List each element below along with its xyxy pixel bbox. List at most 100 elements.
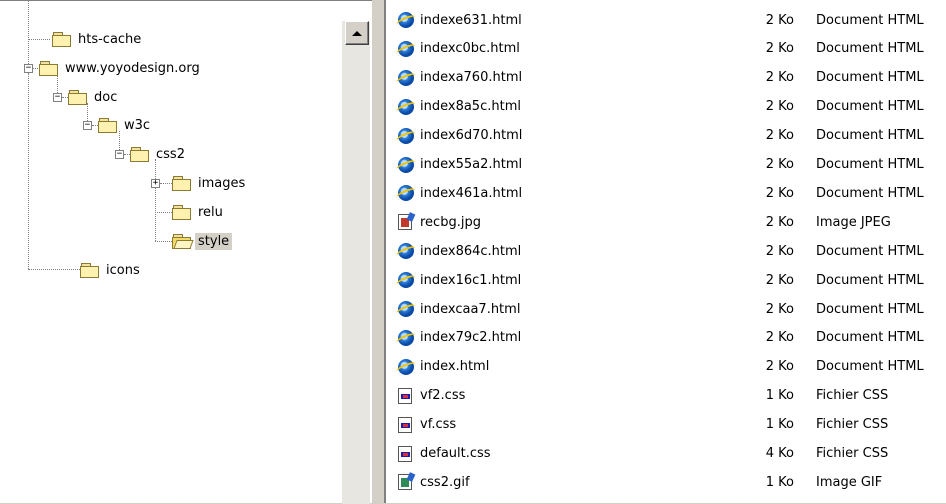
arrow-up-icon [352,30,362,36]
file-name: vf.css [420,417,457,433]
file-row[interactable]: css2.gif 1 Ko Image GIF [386,469,946,495]
tree-item-label: www.yoyodesign.org [65,60,200,76]
file-type: Document HTML [816,70,924,86]
ie-html-icon [398,69,414,86]
pane-splitter[interactable] [372,0,386,503]
file-name: recbg.jpg [420,214,481,230]
tree-item-doc[interactable]: doc [68,86,120,108]
file-size: 2 Ko [765,243,794,259]
file-size: 2 Ko [765,128,794,144]
file-row[interactable]: default.css 4 Ko Fichier CSS [386,441,946,467]
ie-html-icon [398,98,414,115]
file-size: 2 Ko [765,70,794,86]
file-row[interactable]: vf2.css 1 Ko Fichier CSS [386,383,946,409]
file-name: indexcaa7.html [420,301,521,317]
css-file-icon [398,387,414,404]
file-row[interactable]: indexc0bc.html 2 Ko Document HTML [386,36,946,62]
file-type: Document HTML [816,301,924,317]
ie-html-icon [398,272,414,289]
file-name: default.css [420,446,491,461]
tree-item-style[interactable]: style [172,230,233,252]
file-size: 1 Ko [765,388,794,404]
tree-item-hts-cache[interactable]: hts-cache [52,28,144,50]
file-size: 1 Ko [765,417,794,433]
file-name: index864c.html [420,243,522,259]
file-size: 2 Ko [765,157,794,172]
tree-scrollbar[interactable] [342,21,370,504]
collapse-toggle[interactable]: − [53,93,62,102]
tree-connector [155,212,172,213]
css-file-icon [398,445,414,462]
ie-html-icon [398,301,414,317]
file-row[interactable]: index864c.html 2 Ko Document HTML [386,238,946,264]
ie-html-icon [398,358,414,375]
file-name: css2.gif [420,474,470,490]
tree-item-w3c[interactable]: w3c [98,114,153,136]
folder-icon [52,32,71,47]
file-type: Fichier CSS [816,388,889,404]
tree-connector [155,241,172,242]
collapse-toggle[interactable]: − [24,64,33,73]
file-type: Image JPEG [816,214,891,230]
tree-item-label: w3c [124,117,151,133]
tree-item-www-yoyodesign-org[interactable]: www.yoyodesign.org [39,57,203,79]
folder-tree-pane[interactable]: − − − − + hts-cache www.yoyodesign.org d… [0,0,372,504]
file-type: Document HTML [816,128,924,144]
tree-item-label: hts-cache [78,31,142,47]
file-list-pane[interactable]: indexe631.html 2 Ko Document HTML indexc0bc… [386,0,946,503]
file-type: Document HTML [816,359,924,375]
tree-item-label: relu [198,204,223,220]
tree-connector [28,39,50,40]
file-size: 2 Ko [765,99,794,115]
tree-item-css2[interactable]: css2 [130,143,188,165]
file-row[interactable]: index461a.html 2 Ko Document HTML [386,180,946,206]
file-size: 2 Ko [765,41,794,57]
file-type: Document HTML [816,330,924,346]
collapse-toggle[interactable]: − [83,121,92,130]
jpeg-image-icon [398,214,414,231]
file-type: Document HTML [816,185,924,201]
expand-toggle[interactable]: + [151,179,160,188]
file-name: index79c2.html [420,330,522,346]
tree-item-icons[interactable]: icons [80,259,143,281]
file-row[interactable]: index.html 2 Ko Document HTML [386,354,946,380]
scroll-up-button[interactable] [345,21,369,45]
file-name: index461a.html [420,185,523,201]
file-type: Fichier CSS [816,446,889,461]
file-row[interactable]: index6d70.html 2 Ko Document HTML [386,123,946,149]
file-name: index55a2.html [420,157,523,172]
gif-image-icon [398,474,414,491]
file-row[interactable]: indexa760.html 2 Ko Document HTML [386,65,946,91]
tree-connector [28,73,29,269]
ie-html-icon [398,40,414,57]
file-row[interactable]: indexcaa7.html 2 Ko Document HTML [386,296,946,322]
file-row[interactable]: index55a2.html 2 Ko Document HTML [386,152,946,178]
ie-html-icon [398,127,414,144]
tree-item-label: style [195,232,233,250]
file-row[interactable]: index8a5c.html 2 Ko Document HTML [386,94,946,120]
collapse-toggle[interactable]: − [115,150,124,159]
tree-connector [155,159,156,241]
folder-icon [39,61,58,76]
file-type: Document HTML [816,41,924,57]
tree-item-relu[interactable]: relu [172,201,226,223]
file-row[interactable]: vf.css 1 Ko Fichier CSS [386,412,946,438]
file-row[interactable]: indexe631.html 2 Ko Document HTML [386,7,946,33]
ie-html-icon [398,243,414,260]
file-name: index.html [420,359,490,375]
tree-connector [160,183,172,184]
file-name: index16c1.html [420,272,522,288]
folder-icon [130,147,149,162]
css-file-icon [398,416,414,433]
file-type: Document HTML [816,243,924,259]
file-row[interactable]: recbg.jpg 2 Ko Image JPEG [386,209,946,235]
tree-item-images[interactable]: images [172,172,248,194]
open-folder-icon [172,234,194,249]
file-type: Document HTML [816,272,924,288]
file-row[interactable]: index16c1.html 2 Ko Document HTML [386,267,946,293]
tree-connector [28,269,80,270]
file-row[interactable]: index79c2.html 2 Ko Document HTML [386,325,946,351]
file-size: 2 Ko [765,214,794,230]
folder-icon [172,176,191,191]
ie-html-icon [398,185,414,202]
